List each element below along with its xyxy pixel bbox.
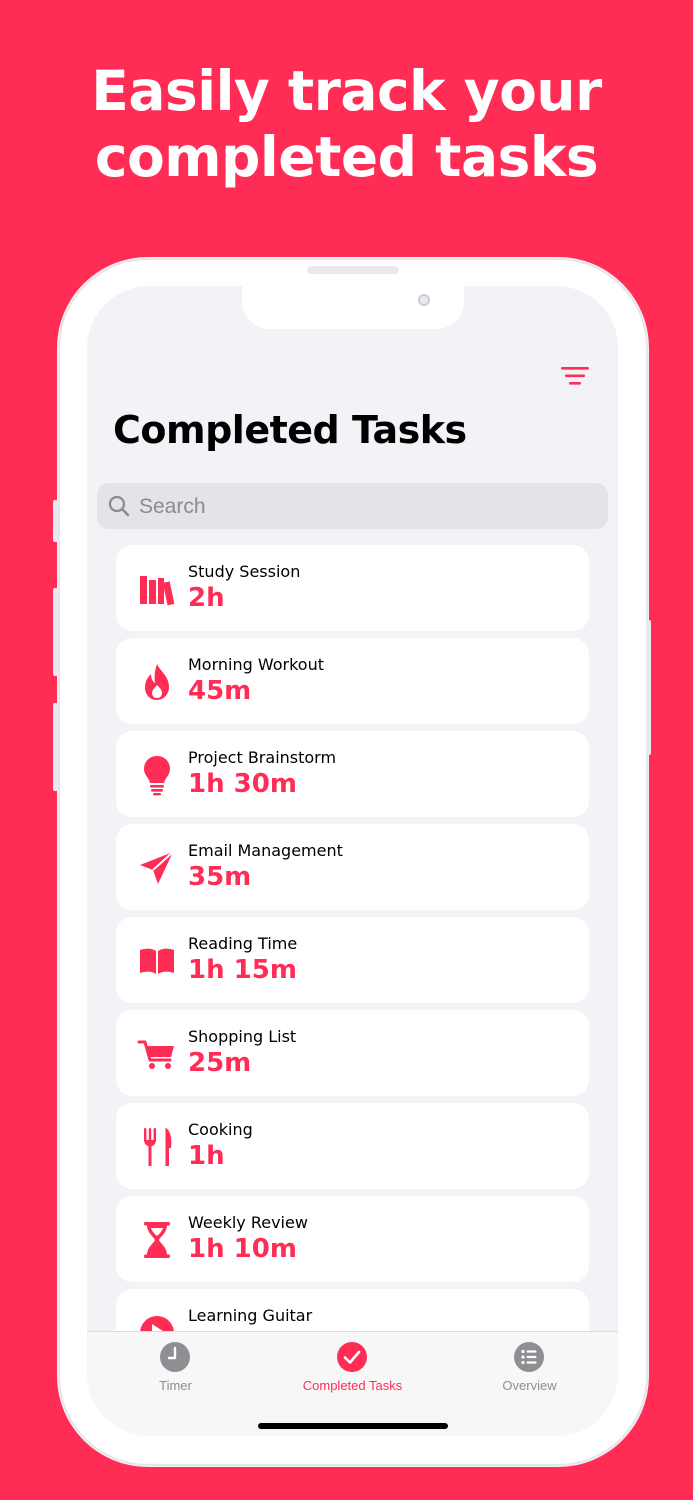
page-title: Completed Tasks — [113, 408, 467, 452]
task-card[interactable]: Morning Workout 45m — [116, 638, 589, 724]
task-duration: 1h — [188, 1141, 225, 1171]
side-button-volume-down — [53, 703, 58, 791]
flame-icon — [145, 664, 169, 700]
cart-icon — [137, 1040, 174, 1069]
filter-icon — [561, 367, 589, 385]
task-list: Study Session 2h Morning Workout 45m Pro… — [116, 545, 589, 1382]
task-card[interactable]: Weekly Review 1h 10m — [116, 1196, 589, 1282]
task-duration: 25m — [188, 1048, 252, 1078]
checkmark-circle-icon — [337, 1342, 367, 1372]
tab-timer[interactable]: Timer — [87, 1332, 264, 1402]
speaker-grille — [307, 266, 399, 274]
task-duration: 45m — [188, 676, 252, 706]
task-name: Reading Time — [188, 934, 298, 953]
task-name: Email Management — [188, 841, 343, 860]
tab-overview[interactable]: Overview — [441, 1332, 618, 1402]
task-name: Project Brainstorm — [188, 748, 337, 767]
search-icon — [108, 495, 130, 517]
task-card[interactable]: Reading Time 1h 15m — [116, 917, 589, 1003]
task-card[interactable]: Shopping List 25m — [116, 1010, 589, 1096]
task-name: Weekly Review — [188, 1213, 308, 1232]
task-name: Shopping List — [188, 1027, 297, 1046]
book-icon — [140, 948, 174, 974]
list-icon — [514, 1342, 544, 1372]
tab-completed-tasks[interactable]: Completed Tasks — [264, 1332, 441, 1402]
headline-line-2: completed tasks — [94, 125, 599, 189]
task-name: Study Session — [188, 562, 301, 581]
side-button-mute — [53, 500, 58, 542]
lightbulb-icon — [144, 756, 170, 796]
task-card[interactable]: Email Management 35m — [116, 824, 589, 910]
clock-icon — [160, 1342, 190, 1372]
task-duration: 35m — [188, 862, 252, 892]
headline-line-1: Easily track your — [91, 59, 602, 123]
task-name: Cooking — [188, 1120, 253, 1139]
task-duration: 1h 10m — [188, 1234, 297, 1264]
tab-label: Completed Tasks — [302, 1378, 403, 1393]
task-card[interactable]: Study Session 2h — [116, 545, 589, 631]
home-indicator[interactable] — [258, 1423, 448, 1429]
paperplane-icon — [140, 851, 174, 884]
task-card[interactable]: Cooking 1h — [116, 1103, 589, 1189]
books-icon — [140, 576, 175, 606]
tab-label: Timer — [159, 1378, 192, 1393]
camera-icon — [418, 294, 430, 306]
task-card[interactable]: Project Brainstorm 1h 30m — [116, 731, 589, 817]
task-duration: 1h 30m — [188, 769, 297, 799]
search-input[interactable] — [137, 483, 601, 531]
filter-button[interactable] — [559, 364, 591, 388]
task-name: Morning Workout — [188, 655, 325, 674]
side-button-power — [646, 620, 651, 755]
fork-knife-icon — [144, 1128, 172, 1166]
tab-bar: Timer Completed Tasks Overview — [87, 1331, 618, 1436]
phone-screen: Completed Tasks Study Session 2h Mo — [87, 286, 618, 1436]
marketing-headline: Easily track your completed tasks — [0, 58, 693, 190]
hourglass-icon — [144, 1222, 170, 1258]
notch — [242, 286, 464, 329]
task-duration: 2h — [188, 583, 225, 613]
task-duration: 1h 15m — [188, 955, 297, 985]
side-button-volume-up — [53, 588, 58, 676]
task-name: Learning Guitar — [188, 1306, 313, 1325]
tab-label: Overview — [502, 1378, 557, 1393]
search-bar[interactable] — [97, 483, 608, 531]
